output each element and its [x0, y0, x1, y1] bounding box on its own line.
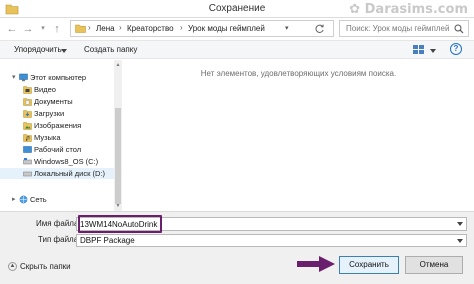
- expand-chevron-icon[interactable]: ▾: [12, 73, 16, 81]
- address-bar-row: ← → ▾ ↑ › Лена › Креаторство › Урок моды…: [0, 18, 474, 40]
- scrollbar-thumb[interactable]: [115, 108, 121, 204]
- forward-arrow-icon[interactable]: →: [22, 22, 34, 36]
- sidebar-item-label: Windows8_OS (C:): [34, 157, 99, 166]
- watermark: ✿ Darasims.com: [349, 2, 468, 17]
- organize-dropdown-icon[interactable]: [61, 49, 67, 53]
- sidebar-item-network[interactable]: ▸ Сеть: [0, 194, 115, 205]
- chevron-up-icon: ▲: [8, 262, 17, 272]
- hide-folders-button[interactable]: ▲ Скрыть папки: [8, 262, 71, 272]
- downloads-folder-icon: [23, 110, 32, 118]
- folder-icon: [75, 24, 86, 33]
- watermark-icon: ✿: [349, 2, 361, 17]
- drive-d-icon: [23, 171, 32, 177]
- dialog-footer: ▲ Скрыть папки Сохранить Отмена: [0, 247, 474, 284]
- command-toolbar: Упорядочить Создать папку ?: [0, 40, 474, 59]
- sidebar-item-drive-d[interactable]: Локальный диск (D:): [0, 168, 115, 179]
- navigation-pane: ▾ Этот компьютер Видео Документы Загрузк…: [0, 60, 122, 211]
- annotation-highlight-box: [78, 215, 162, 233]
- filename-dropdown-icon[interactable]: [457, 222, 463, 226]
- filename-label: Имя файла:: [36, 219, 81, 228]
- save-form: Имя файла: 13WM14NoAutoDrink Тип файла: …: [0, 211, 474, 247]
- sidebar-item-music[interactable]: Музыка: [0, 132, 115, 143]
- sidebar-item-label: Документы: [34, 97, 73, 106]
- sidebar-item-label: Этот компьютер: [30, 73, 87, 82]
- breadcrumb-separator-icon: ›: [180, 23, 183, 32]
- refresh-icon[interactable]: [314, 23, 325, 35]
- back-arrow-icon[interactable]: ←: [6, 22, 18, 36]
- search-input[interactable]: Поиск: Урок моды геймплей: [339, 20, 469, 37]
- organize-button[interactable]: Упорядочить: [14, 45, 62, 54]
- sidebar-item-label: Изображения: [34, 121, 82, 130]
- title-bar: Сохранение ✿ Darasims.com: [0, 0, 474, 18]
- sidebar-item-desktop[interactable]: Рабочий стол: [0, 144, 115, 155]
- sidebar-item-label: Рабочий стол: [34, 145, 82, 154]
- sidebar-item-drive-c[interactable]: Windows8_OS (C:): [0, 156, 115, 167]
- empty-results-message: Нет элементов, удовлетворяющих условиям …: [200, 69, 397, 78]
- filetype-label: Тип файла:: [38, 235, 81, 244]
- up-arrow-icon[interactable]: ↑: [51, 22, 63, 36]
- new-folder-button[interactable]: Создать папку: [84, 45, 137, 54]
- sidebar-item-label: Видео: [34, 85, 56, 94]
- music-folder-icon: [23, 134, 32, 142]
- desktop-folder-icon: [23, 146, 32, 153]
- filetype-select[interactable]: DBPF Package: [76, 234, 467, 247]
- sidebar-scrollbar[interactable]: ▲ ▼: [114, 60, 122, 211]
- address-bar[interactable]: › Лена › Креаторство › Урок моды геймпле…: [70, 20, 334, 37]
- filetype-value: DBPF Package: [80, 236, 135, 245]
- file-list[interactable]: Нет элементов, удовлетворяющих условиям …: [123, 60, 474, 211]
- breadcrumb-item[interactable]: Креаторство: [127, 24, 174, 33]
- breadcrumb-item[interactable]: Лена: [96, 24, 115, 33]
- sidebar-item-video[interactable]: Видео: [0, 84, 115, 95]
- computer-icon: [19, 73, 28, 82]
- search-icon[interactable]: [454, 24, 464, 34]
- sidebar-item-label: Сеть: [30, 195, 47, 204]
- recent-locations-chevron-icon[interactable]: ▾: [37, 22, 49, 36]
- cancel-button[interactable]: Отмена: [405, 256, 463, 274]
- sidebar-item-label: Загрузки: [34, 109, 65, 118]
- video-folder-icon: [23, 86, 32, 94]
- annotation-arrow-icon: [297, 256, 335, 272]
- hide-folders-label: Скрыть папки: [20, 262, 71, 271]
- expand-chevron-icon[interactable]: ▸: [12, 195, 16, 203]
- help-icon[interactable]: ?: [450, 43, 462, 55]
- documents-folder-icon: [23, 98, 32, 106]
- view-options-icon[interactable]: [412, 44, 426, 56]
- filetype-dropdown-icon[interactable]: [457, 239, 463, 243]
- scroll-down-icon[interactable]: ▼: [115, 203, 121, 209]
- sidebar-item-pictures[interactable]: Изображения: [0, 120, 115, 131]
- sidebar-item-label: Музыка: [34, 133, 61, 142]
- breadcrumb-separator-icon: ›: [88, 23, 91, 32]
- address-dropdown-icon[interactable]: ▾: [285, 24, 289, 32]
- save-button[interactable]: Сохранить: [339, 256, 399, 274]
- sidebar-item-documents[interactable]: Документы: [0, 96, 115, 107]
- network-icon: [19, 195, 28, 204]
- view-dropdown-icon[interactable]: [430, 49, 436, 53]
- breadcrumb-item[interactable]: Урок моды геймплей: [188, 24, 265, 33]
- search-placeholder: Поиск: Урок моды геймплей: [346, 24, 450, 33]
- breadcrumb-separator-icon: ›: [119, 23, 122, 32]
- watermark-text: Darasims.com: [364, 2, 468, 17]
- pictures-folder-icon: [23, 122, 32, 130]
- scroll-up-icon[interactable]: ▲: [115, 62, 121, 68]
- drive-c-icon: [23, 158, 32, 165]
- sidebar-item-downloads[interactable]: Загрузки: [0, 108, 115, 119]
- sidebar-item-label: Локальный диск (D:): [34, 169, 105, 178]
- sidebar-item-this-pc[interactable]: ▾ Этот компьютер: [0, 72, 115, 83]
